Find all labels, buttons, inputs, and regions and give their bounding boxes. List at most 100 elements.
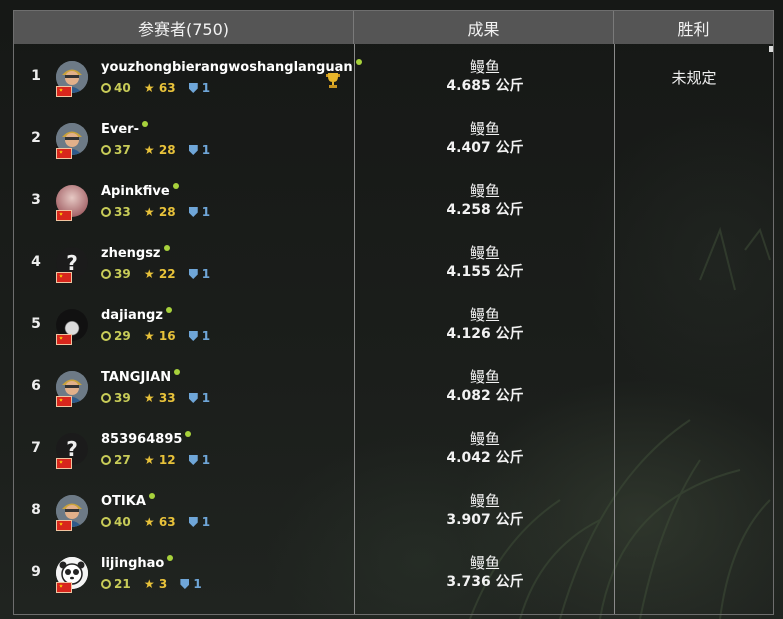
player-name[interactable]: zhengsz bbox=[101, 246, 161, 261]
fish-species: 鳗鱼 bbox=[469, 182, 500, 200]
shield-icon bbox=[188, 455, 198, 465]
ring-icon bbox=[101, 145, 111, 155]
fish-species: 鳗鱼 bbox=[469, 244, 500, 262]
shield-icon bbox=[188, 331, 198, 341]
china-flag-icon bbox=[56, 582, 72, 593]
victory-column-header[interactable]: 胜利 bbox=[614, 11, 773, 44]
participant-row[interactable]: 3 Apinkfive 33 ★ 28 1 鳗鱼 4.258 公斤 bbox=[14, 168, 773, 230]
fish-weight: 3.907 公斤 bbox=[446, 512, 524, 528]
fish-weight: 4.685 公斤 bbox=[446, 78, 524, 94]
ring-icon bbox=[101, 517, 111, 527]
participant-row[interactable]: 8 OTIKA 40 ★ 63 1 鳗鱼 3.907 公斤 bbox=[14, 478, 773, 540]
player-stars: 16 bbox=[158, 329, 176, 343]
player-name[interactable]: youzhongbierangwoshanglanguan bbox=[101, 60, 353, 75]
shield-icon bbox=[188, 517, 198, 527]
player-shield: 1 bbox=[201, 329, 211, 343]
fish-weight: 4.042 公斤 bbox=[446, 450, 524, 466]
shield-icon bbox=[188, 393, 198, 403]
player-stats: 40 ★ 63 1 bbox=[101, 81, 219, 95]
player-shield: 1 bbox=[201, 391, 211, 405]
player-stars: 63 bbox=[158, 515, 176, 529]
participant-row[interactable]: 1 youzhongbierangwoshanglanguan 40 ★ 63 … bbox=[14, 44, 773, 106]
fish-species: 鳗鱼 bbox=[469, 368, 500, 386]
china-flag-icon bbox=[56, 520, 72, 531]
catch-result: 鳗鱼 4.155 公斤 bbox=[355, 244, 615, 281]
china-flag-icon bbox=[56, 272, 72, 283]
fish-weight: 4.407 公斤 bbox=[446, 140, 524, 156]
player-stars: 28 bbox=[158, 143, 176, 157]
online-status-dot bbox=[185, 431, 192, 437]
player-stats: 39 ★ 33 1 bbox=[101, 391, 219, 405]
rank-number: 7 bbox=[31, 440, 41, 456]
player-level: 21 bbox=[114, 577, 131, 591]
fish-species: 鳗鱼 bbox=[469, 306, 500, 324]
catch-result: 鳗鱼 4.126 公斤 bbox=[355, 306, 615, 343]
player-name[interactable]: OTIKA bbox=[101, 494, 146, 509]
player-name[interactable]: TANGJIAN bbox=[101, 370, 171, 385]
player-stars: 22 bbox=[158, 267, 176, 281]
participants-column-header[interactable]: 参赛者(750) bbox=[14, 11, 354, 44]
player-level: 37 bbox=[114, 143, 131, 157]
online-status-dot bbox=[172, 183, 179, 189]
player-level: 29 bbox=[114, 329, 131, 343]
participant-row[interactable]: 9 lijinghao 21 ★ 3 1 鳗鱼 3.736 公斤 bbox=[14, 540, 773, 602]
participant-row[interactable]: 4 ? zhengsz 39 ★ 22 1 鳗鱼 4.155 公斤 bbox=[14, 230, 773, 292]
player-stats: 37 ★ 28 1 bbox=[101, 143, 219, 157]
player-shield: 1 bbox=[201, 515, 211, 529]
participant-row[interactable]: 6 TANGJIAN 39 ★ 33 1 鳗鱼 4.082 公斤 bbox=[14, 354, 773, 416]
fish-weight: 4.126 公斤 bbox=[446, 326, 524, 342]
participant-row[interactable]: 5 dajiangz 29 ★ 16 1 鳗鱼 4.126 公斤 bbox=[14, 292, 773, 354]
player-shield: 1 bbox=[201, 81, 211, 95]
star-icon: ★ bbox=[143, 453, 155, 467]
ring-icon bbox=[101, 207, 111, 217]
player-shield: 1 bbox=[201, 267, 211, 281]
player-name[interactable]: 853964895 bbox=[101, 432, 182, 447]
star-icon: ★ bbox=[143, 577, 155, 591]
player-level: 27 bbox=[114, 453, 131, 467]
star-icon: ★ bbox=[143, 515, 155, 529]
participant-row[interactable]: 2 Ever- 37 ★ 28 1 鳗鱼 4.407 公斤 bbox=[14, 106, 773, 168]
rank-number: 5 bbox=[31, 316, 41, 332]
ring-icon bbox=[101, 269, 111, 279]
player-name[interactable]: lijinghao bbox=[101, 556, 164, 571]
fish-species: 鳗鱼 bbox=[469, 58, 500, 76]
player-stats: 29 ★ 16 1 bbox=[101, 329, 219, 343]
fish-species: 鳗鱼 bbox=[469, 554, 500, 572]
china-flag-icon bbox=[56, 148, 72, 159]
result-column-header[interactable]: 成果 bbox=[354, 11, 614, 44]
player-name[interactable]: Apinkfive bbox=[101, 184, 170, 199]
china-flag-icon bbox=[56, 396, 72, 407]
player-stars: 12 bbox=[158, 453, 176, 467]
online-status-dot bbox=[148, 493, 155, 499]
online-status-dot bbox=[163, 245, 170, 251]
ring-icon bbox=[101, 393, 111, 403]
player-stars: 33 bbox=[158, 391, 176, 405]
player-level: 40 bbox=[114, 81, 131, 95]
ring-icon bbox=[101, 331, 111, 341]
star-icon: ★ bbox=[143, 267, 155, 281]
rank-number: 3 bbox=[31, 192, 41, 208]
catch-result: 鳗鱼 4.082 公斤 bbox=[355, 368, 615, 405]
online-status-dot bbox=[174, 369, 181, 375]
star-icon: ★ bbox=[143, 143, 155, 157]
online-status-dot bbox=[141, 121, 148, 127]
catch-result: 鳗鱼 4.685 公斤 bbox=[355, 58, 615, 95]
player-level: 39 bbox=[114, 391, 131, 405]
catch-result: 鳗鱼 4.407 公斤 bbox=[355, 120, 615, 157]
participant-row[interactable]: 7 ? 853964895 27 ★ 12 1 鳗鱼 4.042 公斤 bbox=[14, 416, 773, 478]
player-name[interactable]: Ever- bbox=[101, 122, 139, 137]
catch-result: 鳗鱼 4.258 公斤 bbox=[355, 182, 615, 219]
ring-icon bbox=[101, 83, 111, 93]
star-icon: ★ bbox=[143, 205, 155, 219]
online-status-dot bbox=[167, 555, 174, 561]
star-icon: ★ bbox=[143, 391, 155, 405]
player-level: 39 bbox=[114, 267, 131, 281]
rank-number: 2 bbox=[31, 130, 41, 146]
results-list: 1 youzhongbierangwoshanglanguan 40 ★ 63 … bbox=[14, 44, 773, 602]
catch-result: 鳗鱼 3.907 公斤 bbox=[355, 492, 615, 529]
player-name[interactable]: dajiangz bbox=[101, 308, 163, 323]
victory-prize: 未规定 bbox=[671, 69, 717, 87]
china-flag-icon bbox=[56, 334, 72, 345]
ring-icon bbox=[101, 579, 111, 589]
player-stars: 63 bbox=[158, 81, 176, 95]
